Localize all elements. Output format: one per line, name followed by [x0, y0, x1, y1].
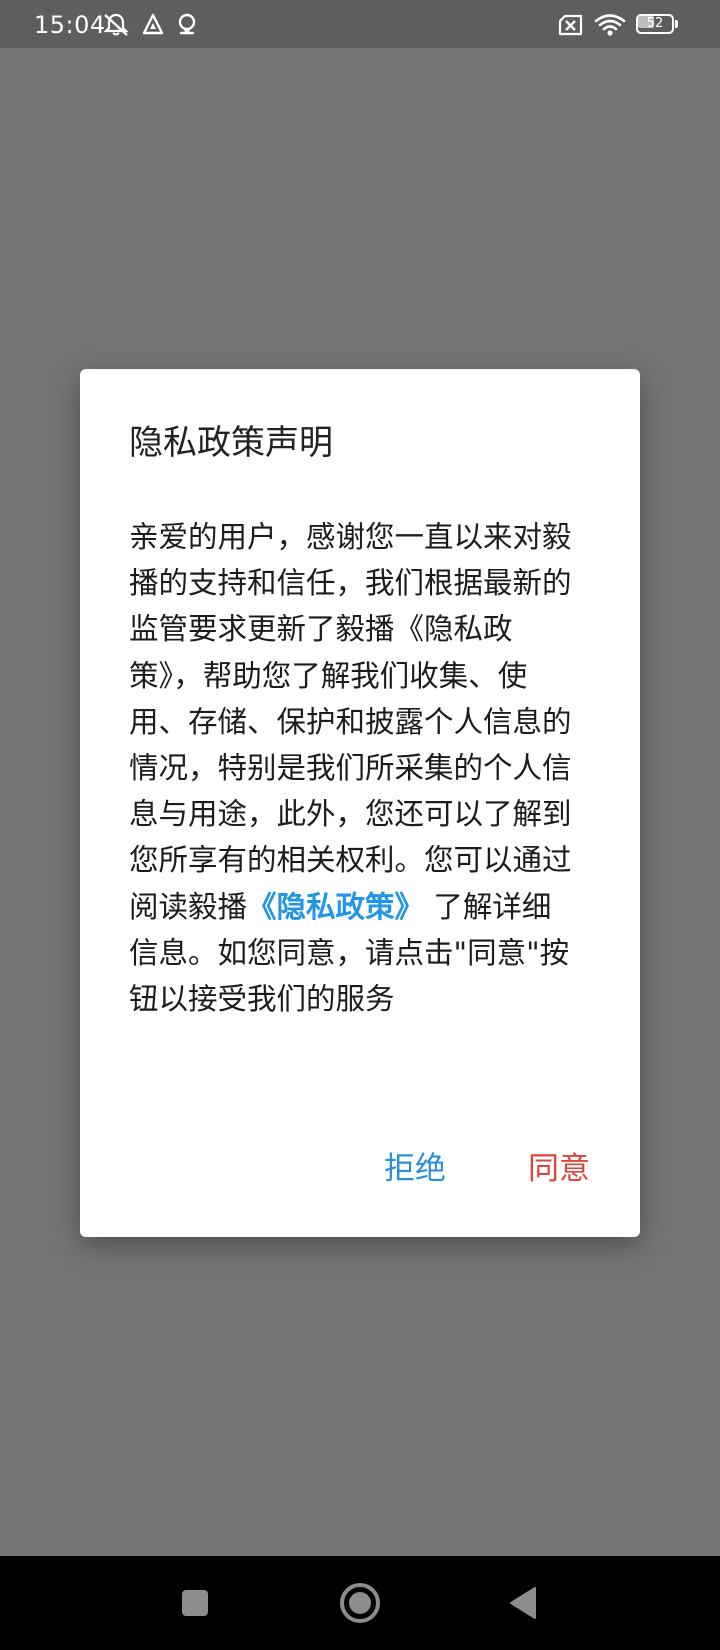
privacy-policy-dialog: 隐私政策声明 亲爱的用户，感谢您一直以来对毅播的支持和信任，我们根据最新的监管要… — [80, 369, 640, 1237]
agree-button[interactable]: 同意 — [528, 1149, 590, 1189]
recents-button[interactable] — [150, 1556, 240, 1650]
status-bar: 15:04 52 — [0, 0, 720, 48]
dialog-title: 隐私政策声明 — [129, 423, 333, 463]
home-circle-icon — [340, 1583, 380, 1623]
notifications-off-icon — [102, 12, 130, 38]
dialog-message-text: 亲爱的用户，感谢您一直以来对毅播的支持和信任，我们根据最新的监管要求更新了毅播《… — [129, 520, 572, 924]
wifi-icon — [594, 12, 626, 38]
reject-button[interactable]: 拒绝 — [384, 1149, 446, 1189]
battery-level-text: 52 — [646, 16, 664, 31]
navigation-bar — [0, 1556, 720, 1650]
location-pin-icon — [177, 12, 197, 38]
dialog-message: 亲爱的用户，感谢您一直以来对毅播的支持和信任，我们根据最新的监管要求更新了毅播《… — [129, 514, 579, 1022]
back-triangle-icon — [510, 1587, 536, 1619]
status-time: 15:04 — [34, 11, 106, 39]
recents-square-icon — [182, 1590, 208, 1616]
sim-off-icon — [557, 12, 585, 38]
home-button[interactable] — [315, 1556, 405, 1650]
privacy-policy-link[interactable]: 《隐私政策》 — [247, 890, 424, 924]
back-button[interactable] — [478, 1556, 568, 1650]
navigation-triangle-icon — [142, 12, 164, 38]
battery-indicator: 52 — [636, 14, 678, 34]
